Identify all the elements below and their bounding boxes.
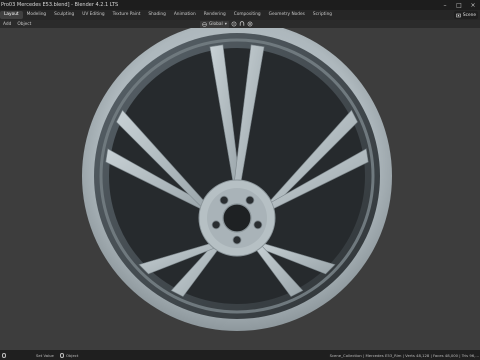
wheel-render (82, 28, 392, 331)
tab-texture-paint[interactable]: Texture Paint (109, 11, 145, 19)
close-button[interactable]: × (466, 0, 480, 10)
transform-controls: Global ▾ (200, 20, 253, 28)
mouse-left-icon (2, 352, 6, 358)
title-bar: Pro03 Mercedes E53.blend] - Blender 4.2.… (0, 0, 480, 10)
tab-animation[interactable]: Animation (170, 11, 200, 19)
lug-hole (211, 220, 221, 230)
tab-scripting[interactable]: Scripting (309, 11, 336, 19)
scene-label: Scene (462, 12, 476, 18)
orientation-label: Global (209, 21, 223, 27)
tab-compositing[interactable]: Compositing (230, 11, 265, 19)
lug-hole (219, 195, 229, 205)
tab-geometry-nodes[interactable]: Geometry Nodes (265, 11, 309, 19)
tab-rendering[interactable]: Rendering (200, 11, 230, 19)
orientation-icon (202, 21, 207, 27)
3d-viewport[interactable] (0, 28, 480, 350)
scene-statistics: Scene_Collection | Mercedes E53_Rim | Ve… (329, 352, 479, 358)
center-bore (222, 203, 252, 233)
lug-hole (232, 235, 242, 245)
maximize-button[interactable]: □ (452, 0, 466, 10)
tab-modeling[interactable]: Modeling (23, 11, 51, 19)
workspace-bar: Layout Modeling Sculpting UV Editing Tex… (0, 10, 480, 20)
tab-sculpting[interactable]: Sculpting (50, 11, 78, 19)
status-mid: Object (60, 352, 79, 358)
minimize-button[interactable]: – (438, 0, 452, 10)
orientation-dropdown[interactable]: Global ▾ (200, 20, 229, 28)
lug-hole (245, 195, 255, 205)
status-left: Set Value (0, 352, 54, 358)
lug-hole (253, 220, 263, 230)
window-title: Pro03 Mercedes E53.blend] - Blender 4.2.… (1, 2, 119, 8)
pivot-icon[interactable] (231, 21, 237, 27)
viewport-header: Add Object Global ▾ (0, 20, 480, 28)
window-controls: – □ × (438, 0, 480, 10)
scene-selector[interactable]: Scene (453, 11, 478, 19)
status-left-text: Set Value (36, 352, 54, 358)
chevron-down-icon: ▾ (224, 21, 227, 27)
tab-layout[interactable]: Layout (0, 11, 23, 19)
proportional-edit-icon[interactable] (247, 21, 253, 27)
tab-shading[interactable]: Shading (144, 11, 169, 19)
snap-icon[interactable] (239, 21, 245, 27)
status-bar: Set Value Object Scene_Collection | Merc… (0, 350, 480, 360)
object-menu[interactable]: Object (14, 22, 34, 27)
tab-uv-editing[interactable]: UV Editing (78, 11, 108, 19)
add-menu[interactable]: Add (0, 22, 14, 27)
mouse-middle-icon (60, 352, 64, 358)
status-mid-text: Object (66, 352, 79, 358)
